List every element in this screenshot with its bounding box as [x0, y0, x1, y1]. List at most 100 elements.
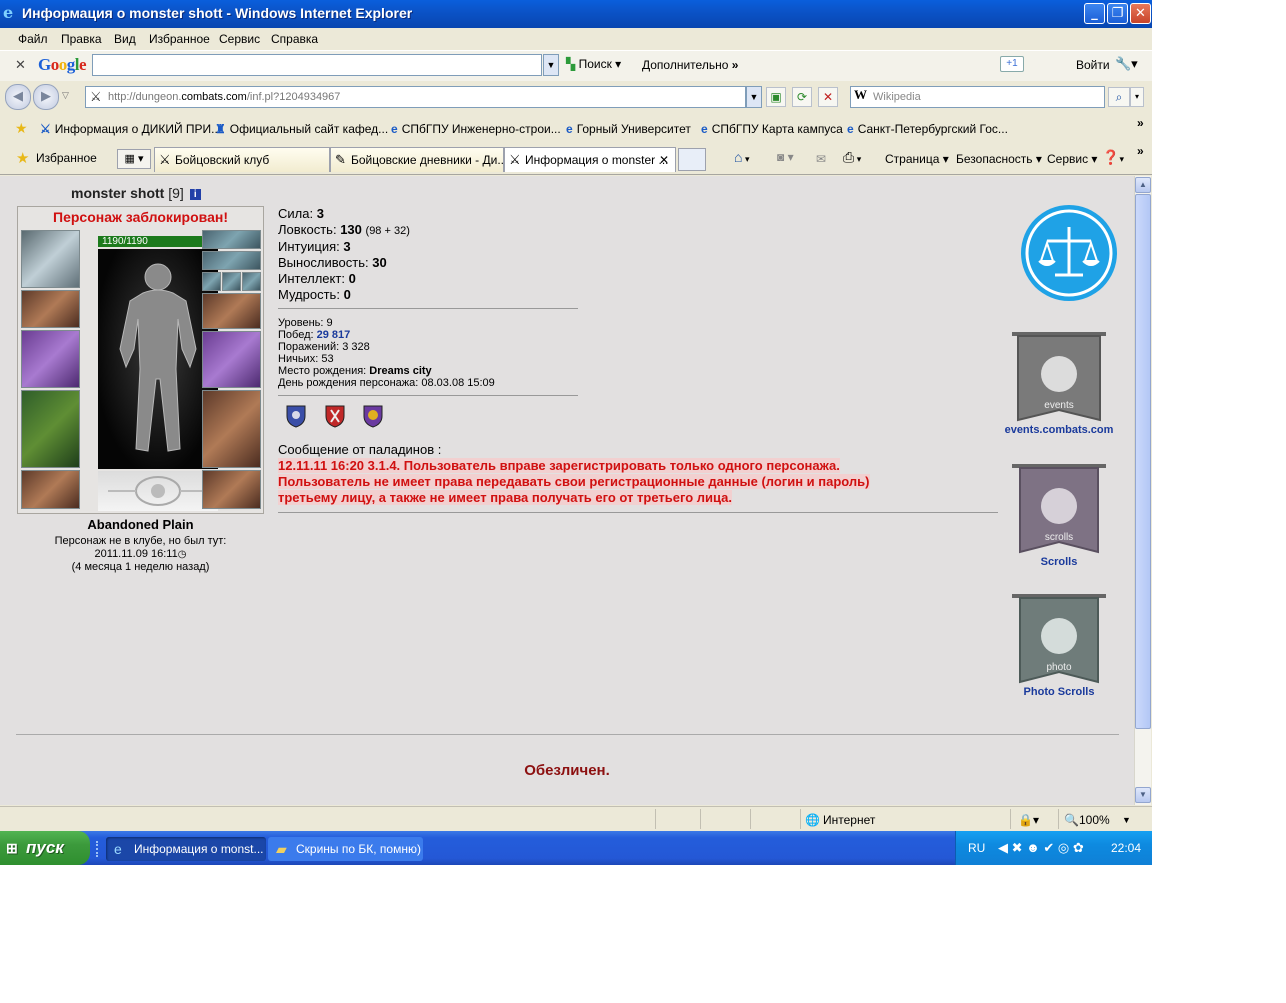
- minimize-button[interactable]: _: [1084, 3, 1105, 24]
- url-field[interactable]: ⚔ http://dungeon.combats.com/inf.pl?1204…: [85, 86, 746, 108]
- menu-favorites[interactable]: Избранное: [149, 32, 210, 46]
- hp-bar: 1190/1190: [98, 236, 218, 247]
- add-favorite-icon[interactable]: ★: [15, 120, 28, 137]
- google-search-dropdown[interactable]: ▼: [543, 54, 559, 76]
- red-shield-badge-icon[interactable]: [324, 404, 346, 428]
- mail-icon[interactable]: ✉: [816, 152, 826, 166]
- quick-tabs-button[interactable]: ▦ ▾: [117, 149, 151, 169]
- safety-menu[interactable]: Безопасность ▾: [956, 152, 1042, 166]
- stop-icon[interactable]: ✕: [818, 87, 838, 107]
- close-button[interactable]: ✕: [1130, 3, 1151, 24]
- shield-badge-icon[interactable]: [285, 404, 307, 428]
- google-toolbar: ✕ Google ▼ ▚ Поиск ▾ Дополнительно » +1 …: [0, 50, 1152, 81]
- tab-diaries[interactable]: ✎ Бойцовские дневники - Ди...: [330, 147, 504, 172]
- boots-slot[interactable]: [202, 470, 261, 509]
- earring-slot[interactable]: [202, 230, 261, 249]
- new-tab-button[interactable]: [678, 148, 706, 171]
- helmet-slot[interactable]: [21, 230, 80, 288]
- menu-help[interactable]: Справка: [271, 32, 318, 46]
- commands-overflow-icon[interactable]: »: [1137, 144, 1144, 158]
- ring-slot-3[interactable]: [242, 272, 261, 291]
- link-item[interactable]: e Санкт-Петербургский Гос...: [847, 122, 1008, 136]
- scroll-thumb[interactable]: [1135, 194, 1151, 729]
- menu-view[interactable]: Вид: [114, 32, 136, 46]
- favorites-star-icon[interactable]: ★: [16, 149, 29, 167]
- close-toolbar-icon[interactable]: ✕: [15, 57, 26, 73]
- scales-emblem-icon[interactable]: [1019, 203, 1121, 303]
- help-icon[interactable]: ❓▾: [1102, 149, 1124, 166]
- compat-view-icon[interactable]: ▣: [766, 87, 786, 107]
- more-button[interactable]: Дополнительно »: [642, 58, 738, 72]
- plus-one-button[interactable]: +1: [1000, 56, 1024, 72]
- link-item[interactable]: e Горный Университет: [566, 122, 691, 136]
- back-button[interactable]: ◀: [5, 84, 31, 110]
- google-search-button[interactable]: ▚ Поиск ▾: [566, 57, 621, 71]
- menu-file[interactable]: Файл: [18, 32, 48, 46]
- feeds-icon[interactable]: ◙ ▾: [777, 150, 794, 164]
- photo-scrolls-link[interactable]: Photo Scrolls: [988, 686, 1130, 698]
- tab-combats[interactable]: ⚔ Бойцовский клуб: [154, 147, 330, 172]
- signin-button[interactable]: Войти: [1076, 58, 1110, 72]
- taskbar-folder-window[interactable]: ▰ Скрины по БК, помню): [268, 837, 423, 861]
- ring-slot-1[interactable]: [202, 272, 221, 291]
- scroll-up-icon[interactable]: ▲: [1135, 177, 1151, 193]
- wrench-icon[interactable]: 🔧▾: [1115, 56, 1138, 72]
- taskbar-ie-window[interactable]: e Информация о monst...: [106, 837, 266, 861]
- tray-app-icons[interactable]: ◀ ✖ ☻ ✔ ◎ ✿: [998, 840, 1084, 856]
- search-icon[interactable]: ⌕: [1108, 87, 1130, 107]
- protected-mode-icon[interactable]: 🔒▾: [1018, 813, 1039, 827]
- link-label: Санкт-Петербургский Гос...: [857, 122, 1008, 136]
- tools-menu-label: Сервис: [1047, 152, 1089, 166]
- menu-tools[interactable]: Сервис: [219, 32, 260, 46]
- scrolls-banner[interactable]: scrolls Scrolls: [1008, 460, 1110, 568]
- events-link[interactable]: events.combats.com: [988, 424, 1130, 436]
- ring-slot-2[interactable]: [222, 272, 241, 291]
- info-value[interactable]: 29 817: [317, 329, 351, 341]
- page-menu[interactable]: Страница ▾: [885, 152, 949, 166]
- bracers-slot[interactable]: [21, 290, 80, 328]
- last-seen-date: 2011.11.09 16:11: [94, 548, 178, 560]
- zoom-dropdown-icon[interactable]: ▼: [1122, 815, 1131, 825]
- forward-button[interactable]: ▶: [33, 84, 59, 110]
- belt-slot[interactable]: [21, 470, 80, 509]
- vertical-scrollbar[interactable]: ▲ ▼: [1134, 176, 1151, 805]
- refresh-icon[interactable]: ⟳: [792, 87, 812, 107]
- tools-menu[interactable]: Сервис ▾: [1047, 152, 1097, 166]
- home-icon[interactable]: ⌂ ▾: [734, 149, 750, 165]
- gloves-slot[interactable]: [202, 293, 261, 329]
- tab-info[interactable]: ⚔ Информация о monster ... ✕: [504, 147, 676, 172]
- links-overflow-icon[interactable]: »: [1137, 116, 1144, 130]
- history-dropdown-icon[interactable]: ▽: [62, 90, 69, 101]
- scrolls-link[interactable]: Scrolls: [988, 556, 1130, 568]
- url-dropdown[interactable]: ▼: [746, 86, 762, 108]
- right-weapon-slot[interactable]: [202, 331, 261, 388]
- stat-label: Интеллект:: [278, 271, 345, 286]
- search-options-dropdown[interactable]: ▾: [1130, 87, 1144, 107]
- scroll-down-icon[interactable]: ▼: [1135, 787, 1151, 803]
- language-indicator[interactable]: RU: [968, 841, 985, 855]
- tab-label: Бойцовский клуб: [175, 153, 270, 167]
- tab-close-icon[interactable]: ✕: [659, 148, 669, 172]
- wikipedia-search-input[interactable]: W Wikipedia: [850, 86, 1105, 108]
- favorites-button[interactable]: Избранное: [36, 151, 97, 165]
- zoom-icon[interactable]: 🔍: [1064, 813, 1079, 827]
- stats-block: Сила: 3 Ловкость: 130 (98 + 32) Интуиция…: [278, 206, 410, 303]
- menu-edit[interactable]: Правка: [61, 32, 102, 46]
- link-item[interactable]: ⚔ Информация о ДИКИЙ ПРИ...: [40, 122, 221, 136]
- events-banner[interactable]: events events.combats.com: [1005, 328, 1113, 436]
- link-item[interactable]: e СПбГПУ Инженерно-строи...: [391, 122, 561, 136]
- armor-slot[interactable]: [21, 390, 80, 468]
- print-icon[interactable]: ⎙ ▾: [843, 149, 861, 166]
- google-search-input[interactable]: [92, 54, 542, 76]
- photo-banner[interactable]: photo Photo Scrolls: [1008, 590, 1110, 698]
- zoom-level[interactable]: 100%: [1079, 813, 1110, 827]
- order-badge-icon[interactable]: [362, 404, 384, 428]
- start-button[interactable]: ⊞ пуск: [0, 831, 90, 865]
- link-item[interactable]: ♜ Официальный сайт кафед...: [215, 122, 388, 136]
- restore-button[interactable]: ❐: [1107, 3, 1128, 24]
- pants-slot[interactable]: [202, 390, 261, 468]
- info-icon[interactable]: i: [189, 189, 201, 200]
- left-weapon-slot[interactable]: [21, 330, 80, 388]
- link-item[interactable]: e СПбГПУ Карта кампуса: [701, 122, 843, 136]
- amulet-slot[interactable]: [202, 251, 261, 270]
